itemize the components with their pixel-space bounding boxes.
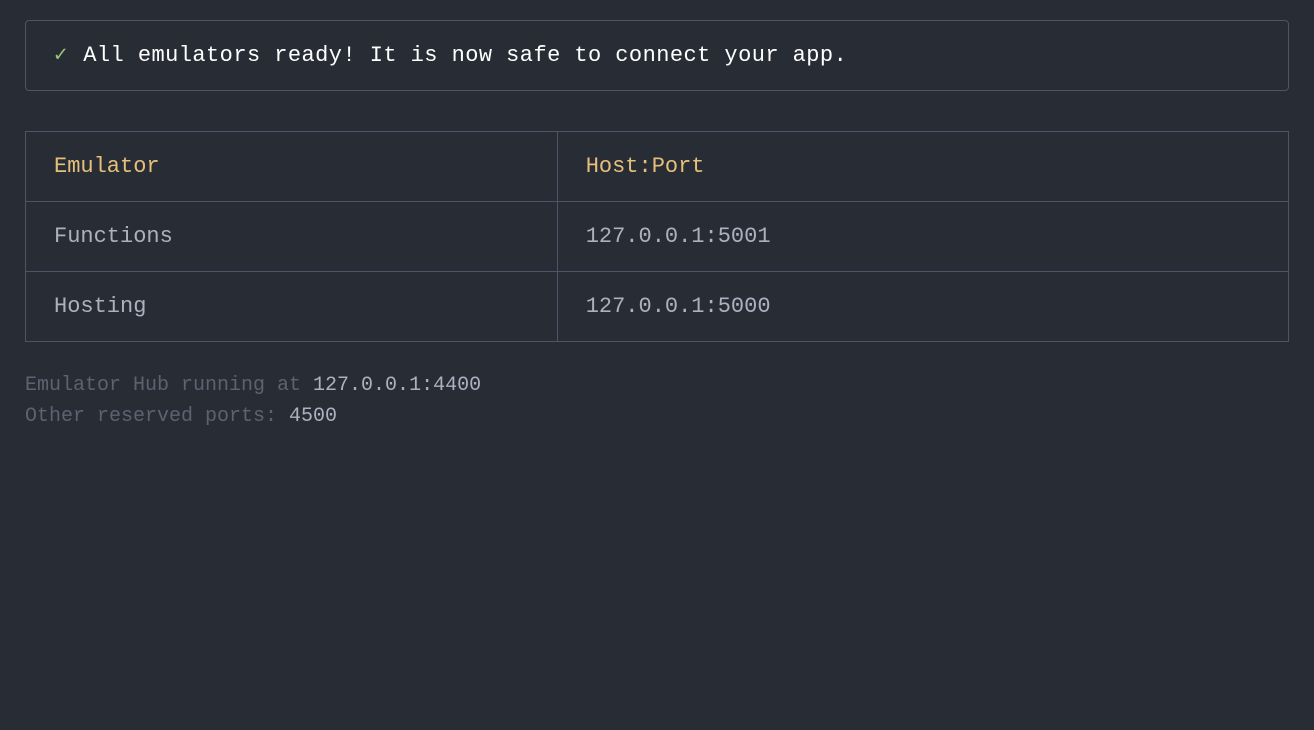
- cell-emulator-1: Hosting: [26, 272, 558, 342]
- cell-hostport-1: 127.0.0.1:5000: [557, 272, 1288, 342]
- hub-address-line: Emulator Hub running at 127.0.0.1:4400: [25, 374, 1289, 397]
- main-content: ✓ All emulators ready! It is now safe to…: [25, 20, 1289, 428]
- col-header-emulator: Emulator: [26, 132, 558, 202]
- checkmark-icon: ✓: [54, 45, 67, 67]
- cell-emulator-0: Functions: [26, 202, 558, 272]
- emulator-table: Emulator Host:Port Functions127.0.0.1:50…: [25, 131, 1289, 342]
- table-row: Hosting127.0.0.1:5000: [26, 272, 1289, 342]
- table-header-row: Emulator Host:Port: [26, 132, 1289, 202]
- status-banner: ✓ All emulators ready! It is now safe to…: [25, 20, 1289, 91]
- ports-label: Other reserved ports:: [25, 405, 289, 428]
- status-message: All emulators ready! It is now safe to c…: [83, 43, 847, 68]
- footer-info: Emulator Hub running at 127.0.0.1:4400 O…: [25, 374, 1289, 428]
- ports-value: 4500: [289, 405, 337, 428]
- table-row: Functions127.0.0.1:5001: [26, 202, 1289, 272]
- hub-address: 127.0.0.1:4400: [313, 374, 481, 397]
- cell-hostport-0: 127.0.0.1:5001: [557, 202, 1288, 272]
- reserved-ports-line: Other reserved ports: 4500: [25, 405, 1289, 428]
- col-header-hostport: Host:Port: [557, 132, 1288, 202]
- hub-label: Emulator Hub running at: [25, 374, 313, 397]
